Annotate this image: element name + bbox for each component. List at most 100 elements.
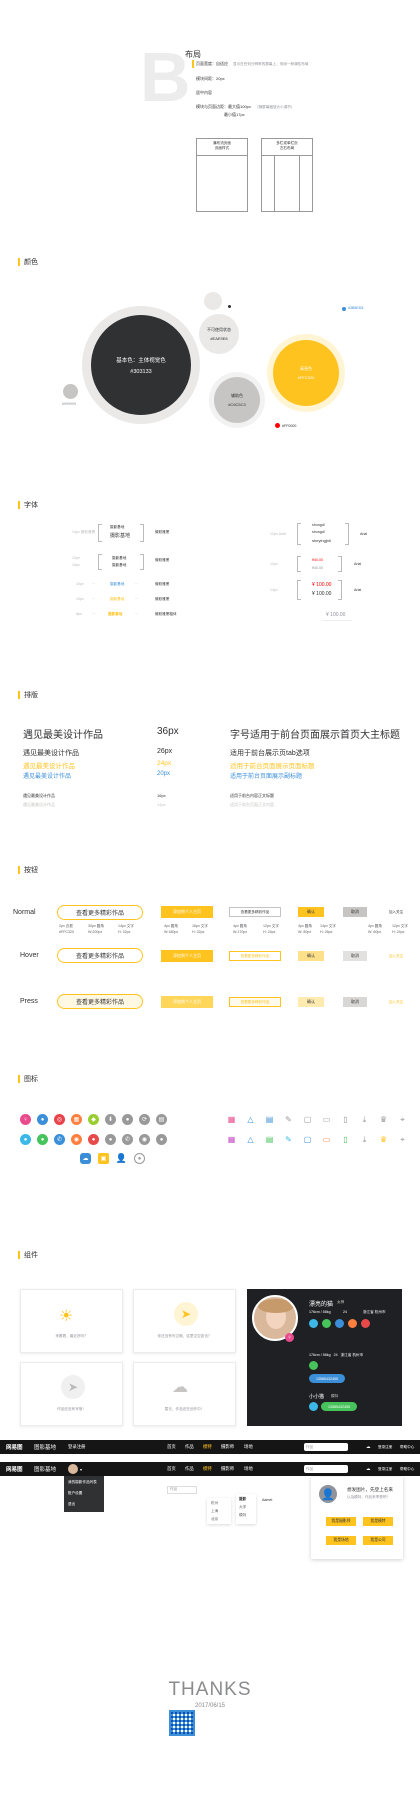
pen-icon[interactable]: ✎ xyxy=(284,1115,293,1124)
women-icon[interactable]: ♀ xyxy=(20,1114,31,1125)
company-button[interactable]: 我是公司 xyxy=(363,1536,393,1545)
layers-icon[interactable]: ▤ xyxy=(265,1115,274,1124)
nav2-dropdown-arrow-icon[interactable]: ▾ xyxy=(80,1467,82,1472)
weibo-gray-icon[interactable]: ● xyxy=(156,1134,167,1145)
qq-share-icon-3[interactable] xyxy=(309,1402,318,1411)
triangle-color-icon[interactable]: △ xyxy=(246,1135,255,1144)
camera-icon[interactable]: ◉ xyxy=(71,1134,82,1145)
grid-color-icon[interactable]: ▦ xyxy=(227,1135,236,1144)
confirm-button-normal[interactable]: 确认 xyxy=(298,907,324,917)
yellow-button-normal[interactable]: 添加到个人主页 xyxy=(161,906,213,918)
dropdown-item-logout[interactable]: 退出 xyxy=(68,1502,75,1507)
camera-gray-icon[interactable]: ◉ xyxy=(139,1134,150,1145)
type-option-3[interactable]: 模特 xyxy=(239,1513,246,1518)
city-option-2[interactable]: 上海 xyxy=(211,1509,218,1514)
qq-share-icon[interactable] xyxy=(309,1319,318,1328)
phone-number-button[interactable]: 13585432455 xyxy=(309,1374,345,1383)
nav2-photographers[interactable]: 摄影师 xyxy=(221,1466,234,1472)
filter-search-field[interactable]: 作品 xyxy=(167,1486,197,1494)
follow-link-press[interactable]: 加入关注 xyxy=(384,997,408,1007)
outline-button-normal[interactable]: 查看更多精彩作品 xyxy=(229,907,281,917)
nav-home[interactable]: 首页 xyxy=(167,1444,176,1450)
android-icon[interactable]: ◆ xyxy=(88,1114,99,1125)
badge-icon[interactable]: ▭ xyxy=(322,1115,331,1124)
city-option-1[interactable]: 杭州 xyxy=(211,1501,218,1506)
phone-gray-icon[interactable]: ✆ xyxy=(122,1134,133,1145)
location-icon[interactable]: ⌖ xyxy=(398,1115,407,1124)
layers-color-icon[interactable]: ▤ xyxy=(265,1135,274,1144)
nav-login[interactable]: 登录注册 xyxy=(378,1445,392,1450)
nav-models[interactable]: 模特 xyxy=(203,1444,212,1450)
follow-link-hover[interactable]: 加入关注 xyxy=(384,951,408,961)
cancel-button-press[interactable]: 取消 xyxy=(343,997,367,1007)
wechat-icon[interactable]: ● xyxy=(37,1134,48,1145)
wechat-gray-icon[interactable]: ● xyxy=(105,1134,116,1145)
wechat-share-icon-2[interactable] xyxy=(309,1361,318,1370)
doc-icon[interactable]: ▯ xyxy=(341,1115,350,1124)
dropdown-item-settings[interactable]: 账户设置 xyxy=(68,1491,82,1496)
big-outline-button-hover[interactable]: 查看更多精彩作品 xyxy=(57,948,143,963)
wechat-share-icon[interactable] xyxy=(322,1319,331,1328)
download-icon[interactable]: ⬇ xyxy=(105,1114,116,1125)
nav-photographers[interactable]: 摄影师 xyxy=(221,1444,234,1450)
confirm-button-hover[interactable]: 确认 xyxy=(298,951,324,961)
user-circle-icon[interactable]: ● xyxy=(134,1153,145,1164)
phone-share-icon[interactable] xyxy=(335,1319,344,1328)
mic-icon[interactable]: ● xyxy=(122,1114,133,1125)
download-color-icon[interactable]: ⤓ xyxy=(360,1135,369,1144)
triangle-icon[interactable]: △ xyxy=(246,1115,255,1124)
photo-icon[interactable]: ▣ xyxy=(98,1153,109,1164)
yellow-button-press[interactable]: 添加到个人主页 xyxy=(161,996,213,1008)
phone-number-button-3[interactable]: 13585432455 xyxy=(321,1402,357,1411)
nav-help[interactable]: 帮助中心 xyxy=(400,1445,414,1450)
image-color-icon[interactable]: ▢ xyxy=(303,1135,312,1144)
cancel-button-normal[interactable]: 取消 xyxy=(343,907,367,917)
qq-icon[interactable]: ● xyxy=(20,1134,31,1145)
nav2-avatar[interactable] xyxy=(68,1464,78,1474)
download-arrow-icon[interactable]: ⤓ xyxy=(360,1115,369,1124)
location-color-icon[interactable]: ⌖ xyxy=(398,1135,407,1144)
nav2-logo2[interactable]: 图影基地 xyxy=(34,1465,56,1473)
type-option-1[interactable]: 摄影 xyxy=(239,1497,246,1502)
model-button[interactable]: 我是模特 xyxy=(363,1517,393,1526)
doc-color-icon[interactable]: ▯ xyxy=(341,1135,350,1144)
type-option-2[interactable]: 大学 xyxy=(239,1505,246,1510)
outline-button-hover[interactable]: 查看更多精彩作品 xyxy=(229,951,281,961)
trophy-icon[interactable]: ♛ xyxy=(379,1115,388,1124)
nav2-logo[interactable]: 网易图 xyxy=(6,1465,23,1473)
nav-logo[interactable]: 网易图 xyxy=(6,1443,23,1451)
nav2-login[interactable]: 登录注册 xyxy=(378,1467,392,1472)
weibo-icon[interactable]: ● xyxy=(88,1134,99,1145)
confirm-button-press[interactable]: 确认 xyxy=(298,997,324,1007)
venue-button[interactable]: 我是场地 xyxy=(326,1536,356,1545)
camera-share-icon[interactable] xyxy=(348,1319,357,1328)
big-outline-button-normal[interactable]: 查看更多精彩作品 xyxy=(57,905,143,920)
nav-venues[interactable]: 场地 xyxy=(244,1444,253,1450)
nav-works[interactable]: 作品 xyxy=(185,1444,194,1450)
weibo-share-icon[interactable] xyxy=(361,1319,370,1328)
refresh-icon[interactable]: ⟳ xyxy=(139,1114,150,1125)
phone-icon[interactable]: ✆ xyxy=(54,1134,65,1145)
nav2-help[interactable]: 帮助中心 xyxy=(400,1467,414,1472)
building-icon[interactable]: ▤ xyxy=(156,1114,167,1125)
dropdown-item-works[interactable]: 我的摄影作品列表 xyxy=(68,1480,97,1485)
nav2-home[interactable]: 首页 xyxy=(167,1466,176,1472)
grid-icon[interactable]: ▦ xyxy=(227,1115,236,1124)
user-icon[interactable]: ● xyxy=(37,1114,48,1125)
nav-logo2[interactable]: 图影基地 xyxy=(34,1443,56,1451)
nav-register[interactable]: 登录注册 xyxy=(68,1444,86,1450)
cloud-icon-2[interactable]: ☁ xyxy=(366,1466,370,1472)
image-icon[interactable]: ▢ xyxy=(303,1115,312,1124)
cancel-button-hover[interactable]: 取消 xyxy=(343,951,367,961)
cloud-upload-icon[interactable]: ☁ xyxy=(80,1153,91,1164)
store-icon[interactable]: ▦ xyxy=(71,1114,82,1125)
search-input[interactable]: 作品 xyxy=(304,1443,348,1451)
yellow-button-hover[interactable]: 添加到个人主页 xyxy=(161,950,213,962)
city-option-3[interactable]: 北京 xyxy=(211,1517,218,1522)
trophy-color-icon[interactable]: ♛ xyxy=(379,1135,388,1144)
pen-color-icon[interactable]: ✎ xyxy=(284,1135,293,1144)
cloud-icon[interactable]: ☁ xyxy=(366,1444,370,1450)
outline-button-press[interactable]: 查看更多精彩作品 xyxy=(229,997,281,1007)
nav2-models[interactable]: 模特 xyxy=(203,1466,212,1472)
photographer-button[interactable]: 我是摄影师 xyxy=(326,1517,356,1526)
